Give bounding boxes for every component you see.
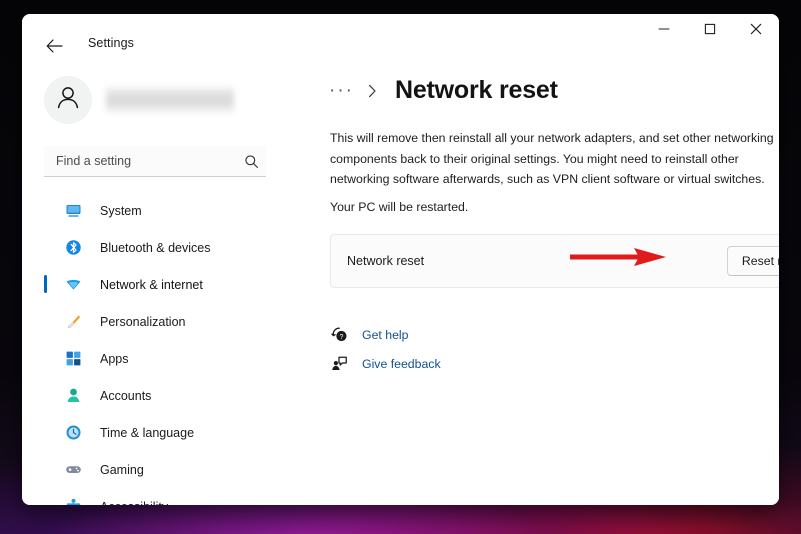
sidebar-item-label: System bbox=[100, 203, 142, 218]
page-title: Network reset bbox=[394, 76, 558, 104]
breadcrumb-overflow-button[interactable]: ··· bbox=[329, 81, 354, 100]
sidebar-item-gaming[interactable]: Gaming bbox=[52, 451, 270, 488]
sidebar-item-label: Time & language bbox=[100, 425, 195, 440]
gamepad-icon bbox=[64, 461, 82, 479]
sidebar-item-system[interactable]: System bbox=[52, 192, 270, 229]
bluetooth-icon bbox=[64, 239, 82, 257]
paintbrush-icon bbox=[64, 313, 82, 331]
account-tile[interactable] bbox=[44, 76, 234, 124]
sidebar-item-label: Network & internet bbox=[100, 277, 203, 292]
account-person-icon bbox=[64, 387, 82, 405]
get-help-label: Get help bbox=[362, 327, 409, 342]
maximize-button[interactable] bbox=[687, 14, 733, 48]
reset-now-button[interactable]: Reset now bbox=[726, 246, 779, 276]
maximize-icon bbox=[704, 22, 716, 40]
give-feedback-label: Give feedback bbox=[362, 356, 441, 371]
network-globe-icon bbox=[64, 276, 82, 294]
give-feedback-link[interactable]: Give feedback bbox=[330, 349, 441, 378]
network-reset-label: Network reset bbox=[347, 254, 425, 268]
sidebar-item-label: Bluetooth & devices bbox=[100, 240, 211, 255]
person-avatar-icon bbox=[53, 83, 83, 118]
sidebar-item-label: Personalization bbox=[100, 314, 186, 329]
app-title: Settings bbox=[88, 36, 134, 50]
navigation-list: System Bluetooth & devices Network & int… bbox=[22, 192, 284, 505]
sidebar-item-network-internet[interactable]: Network & internet bbox=[44, 266, 270, 303]
sidebar-item-label: Gaming bbox=[100, 462, 144, 477]
settings-window: Settings Find a setting System Bluetooth… bbox=[22, 14, 779, 505]
sidebar-item-label: Accounts bbox=[100, 388, 152, 403]
back-arrow-icon bbox=[46, 39, 63, 53]
back-button[interactable] bbox=[40, 32, 68, 60]
title-bar: Settings bbox=[22, 14, 779, 62]
sidebar-item-apps[interactable]: Apps bbox=[52, 340, 270, 377]
avatar bbox=[44, 76, 92, 124]
accessibility-icon bbox=[64, 498, 82, 505]
minimize-icon bbox=[658, 22, 670, 40]
svg-text:?: ? bbox=[339, 334, 343, 341]
system-monitor-icon bbox=[64, 202, 82, 220]
give-feedback-icon bbox=[330, 355, 348, 373]
sidebar-item-time-language[interactable]: Time & language bbox=[52, 414, 270, 451]
content-pane: ··· Network reset This will remove then … bbox=[284, 62, 779, 505]
help-links: ? Get help Give feedback bbox=[330, 320, 441, 378]
apps-grid-icon bbox=[64, 350, 82, 368]
search-box[interactable] bbox=[44, 146, 266, 177]
sidebar-item-accessibility[interactable]: Accessibility bbox=[52, 488, 270, 505]
restart-note: Your PC will be restarted. bbox=[330, 200, 469, 214]
sidebar-item-label: Apps bbox=[100, 351, 129, 366]
get-help-icon: ? bbox=[330, 326, 348, 344]
search-icon[interactable] bbox=[242, 152, 260, 170]
account-name bbox=[106, 85, 234, 115]
sidebar-item-personalization[interactable]: Personalization bbox=[52, 303, 270, 340]
breadcrumb: ··· Network reset bbox=[329, 76, 558, 105]
close-button[interactable] bbox=[733, 14, 779, 48]
desktop-background: Settings Find a setting System Bluetooth… bbox=[0, 0, 801, 534]
sidebar: System Bluetooth & devices bbox=[22, 62, 284, 505]
page-description: This will remove then reinstall all your… bbox=[330, 131, 774, 186]
selection-indicator bbox=[44, 275, 47, 293]
close-icon bbox=[750, 22, 762, 40]
clock-icon bbox=[64, 424, 82, 442]
get-help-link[interactable]: ? Get help bbox=[330, 320, 441, 349]
sidebar-item-accounts[interactable]: Accounts bbox=[52, 377, 270, 414]
sidebar-item-label: Accessibility bbox=[100, 500, 168, 506]
network-reset-card: Network reset Reset now bbox=[330, 234, 779, 288]
search-input[interactable] bbox=[44, 154, 236, 168]
sidebar-item-bluetooth-devices[interactable]: Bluetooth & devices bbox=[52, 229, 270, 266]
minimize-button[interactable] bbox=[641, 14, 687, 48]
chevron-right-icon bbox=[368, 84, 377, 98]
